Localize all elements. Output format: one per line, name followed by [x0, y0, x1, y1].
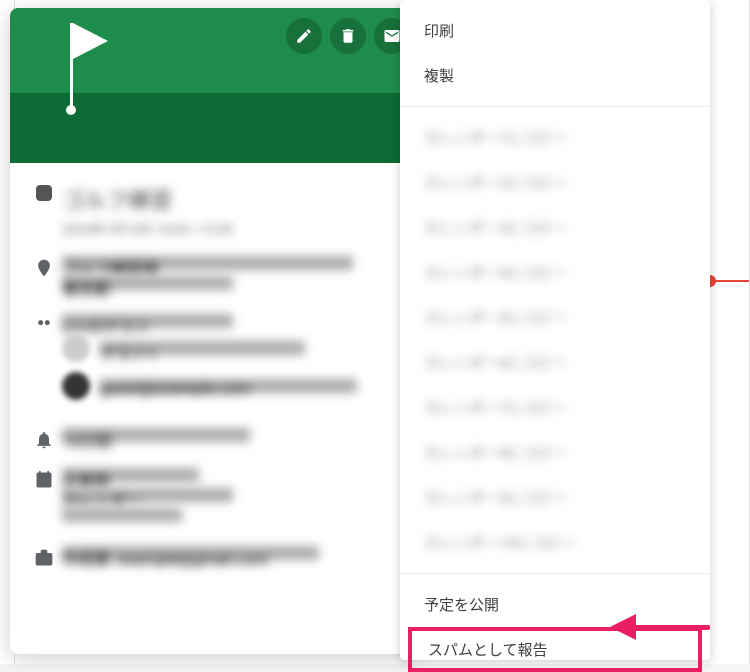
event-header-actions: [286, 18, 410, 54]
guest-email: guest@example.com: [100, 379, 357, 393]
menu-copy-to-calendar[interactable]: カレンダー3にコピー: [400, 205, 710, 250]
event-title: ゴルフ練習: [62, 183, 404, 215]
guest-item[interactable]: guest@example.com: [62, 372, 404, 400]
trash-icon: [339, 27, 357, 45]
menu-copy-to-calendar[interactable]: カレンダー10にコピー: [400, 520, 710, 565]
golf-ball-icon: [66, 105, 76, 115]
people-icon: [34, 316, 54, 336]
menu-copy-to-calendar[interactable]: カレンダー4にコピー: [400, 250, 710, 295]
menu-copy-to-calendar[interactable]: カレンダー2にコピー: [400, 160, 710, 205]
menu-divider: [400, 106, 710, 107]
envelope-icon: [383, 27, 401, 45]
avatar: [62, 372, 90, 400]
menu-copy-to-calendar[interactable]: カレンダー7にコピー: [400, 385, 710, 430]
event-options-menu: 印刷 複製 カレンダー1にコピー カレンダー2にコピー カレンダー3にコピー カ…: [400, 0, 710, 660]
calendar-icon: [34, 470, 54, 490]
notification-text: 10分前: [62, 428, 250, 442]
event-header: [10, 8, 420, 163]
golf-flag-icon: [73, 23, 108, 59]
menu-copy-to-calendar[interactable]: カレンダー9にコピー: [400, 475, 710, 520]
annotation-arrow: [610, 614, 710, 638]
event-calendar-row: 主催者 カレンダー: [26, 468, 404, 528]
menu-copy-to-calendar[interactable]: カレンダー6にコピー: [400, 340, 710, 385]
menu-copy-to-calendar[interactable]: カレンダー5にコピー: [400, 295, 710, 340]
bell-icon: [34, 430, 54, 450]
pencil-icon: [295, 27, 313, 45]
event-creator-row: 作成者: example@gmail.com: [26, 546, 404, 568]
menu-print[interactable]: 印刷: [400, 8, 710, 53]
event-title-row: ゴルフ練習 2024年1月15日 10:00〜12:00: [26, 183, 404, 238]
guest-item[interactable]: ゲスト1: [62, 334, 404, 362]
event-location-row: ゴルフ練習場 東京都: [26, 256, 404, 296]
menu-duplicate[interactable]: 複製: [400, 53, 710, 98]
event-datetime: 2024年1月15日 10:00〜12:00: [62, 219, 404, 238]
creator-text: 作成者: example@gmail.com: [62, 546, 319, 560]
location-icon: [34, 258, 54, 278]
event-color-indicator: [26, 183, 62, 201]
event-notification-row: 10分前: [26, 428, 404, 450]
menu-copy-to-calendar[interactable]: カレンダー8にコピー: [400, 430, 710, 475]
menu-copy-to-calendar[interactable]: カレンダー1にコピー: [400, 115, 710, 160]
avatar: [62, 334, 90, 362]
organizer-calendar: カレンダー: [62, 488, 233, 502]
delete-event-button[interactable]: [330, 18, 366, 54]
organizer-name: 主催者: [62, 468, 199, 482]
location-secondary: 東京都: [62, 276, 233, 290]
edit-event-button[interactable]: [286, 18, 322, 54]
current-time-indicator: [710, 280, 750, 282]
menu-divider: [400, 573, 710, 574]
guests-count: 2人のゲスト: [62, 314, 233, 328]
location-primary: ゴルフ練習場: [62, 256, 353, 270]
briefcase-icon: [34, 548, 54, 568]
event-body: ゴルフ練習 2024年1月15日 10:00〜12:00 ゴルフ練習場 東京都 …: [10, 163, 420, 602]
event-details-popup: ゴルフ練習 2024年1月15日 10:00〜12:00 ゴルフ練習場 東京都 …: [10, 8, 420, 654]
guest-name: ゲスト1: [100, 341, 305, 355]
event-guests-row: 2人のゲスト ゲスト1 guest@example.com: [26, 314, 404, 410]
